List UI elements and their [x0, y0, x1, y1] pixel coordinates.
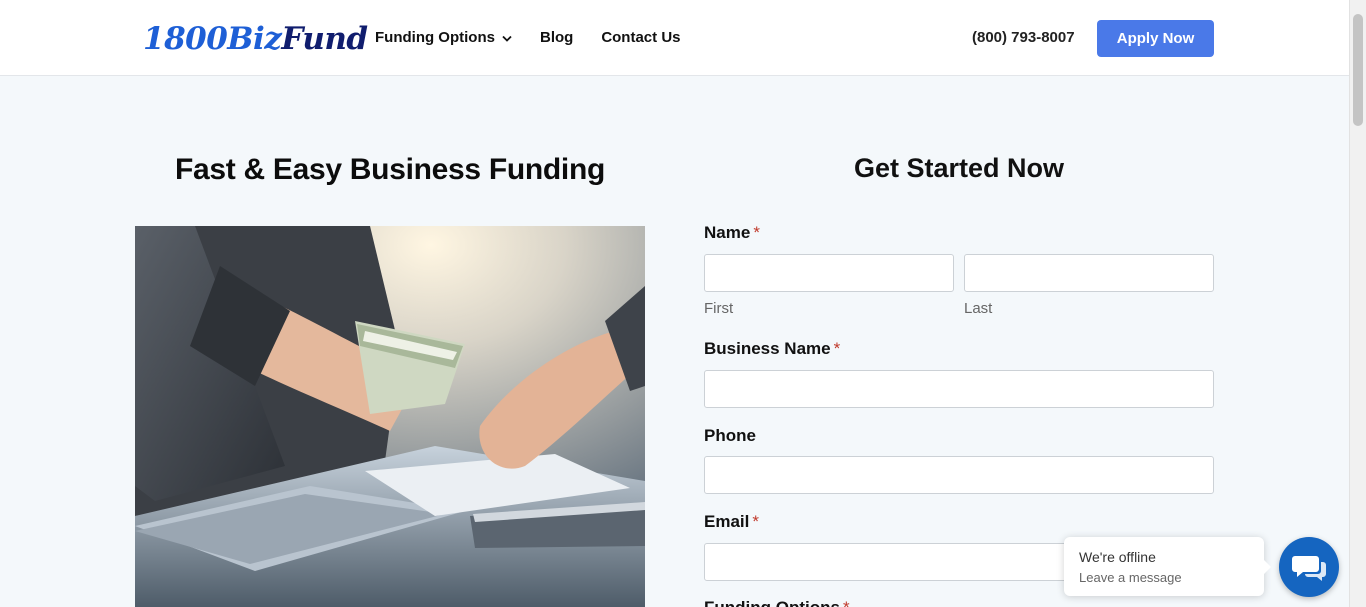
apply-now-button[interactable]: Apply Now: [1097, 20, 1214, 57]
logo-text-part1: 1800Biz: [143, 21, 282, 57]
required-mark: *: [843, 598, 850, 607]
last-name-sublabel: Last: [964, 300, 993, 317]
business-name-input[interactable]: [704, 370, 1214, 408]
required-mark: *: [753, 223, 760, 242]
nav-funding-options[interactable]: Funding Options: [375, 29, 512, 47]
email-label-text: Email: [704, 512, 750, 531]
logo[interactable]: 1800BizFund: [143, 20, 368, 58]
chat-leave-message-text: Leave a message: [1079, 570, 1182, 585]
email-label: Email *: [704, 512, 759, 532]
nav-blog[interactable]: Blog: [540, 29, 573, 47]
main-nav: Funding Options Blog Contact Us: [375, 29, 709, 47]
name-label: Name *: [704, 223, 760, 243]
name-label-text: Name: [704, 223, 751, 242]
first-name-input[interactable]: [704, 254, 954, 292]
business-name-label-text: Business Name: [704, 339, 831, 358]
nav-funding-options-label: Funding Options: [375, 29, 495, 46]
funding-photo-illustration: [135, 226, 645, 607]
chat-launcher-button[interactable]: [1279, 537, 1339, 597]
required-mark: *: [752, 512, 759, 531]
funding-options-label-text: Funding Options: [704, 598, 840, 607]
hero-title: Fast & Easy Business Funding: [174, 153, 606, 186]
chat-offline-bubble[interactable]: We're offline Leave a message: [1064, 537, 1271, 596]
required-mark: *: [833, 339, 841, 358]
last-name-input[interactable]: [964, 254, 1214, 292]
nav-contact-us-label: Contact Us: [601, 29, 681, 46]
nav-blog-label: Blog: [539, 29, 574, 46]
phone-label-text: Phone: [704, 426, 756, 445]
logo-text-part2: Fund: [281, 21, 368, 57]
chevron-down-icon: [502, 35, 512, 42]
nav-contact-us[interactable]: Contact Us: [601, 29, 680, 47]
business-name-label: Business Name *: [704, 339, 840, 359]
page-scrollbar[interactable]: [1349, 0, 1366, 607]
chat-status-text: We're offline: [1079, 549, 1156, 565]
phone-input[interactable]: [704, 456, 1214, 494]
phone-label: Phone: [704, 426, 756, 446]
funding-options-label: Funding Options*: [704, 598, 850, 607]
scrollbar-thumb[interactable]: [1353, 14, 1363, 126]
business-funding-photo: [135, 226, 645, 607]
site-header: 1800BizFund Funding Options Blog Contact…: [0, 0, 1349, 76]
form-title: Get Started Now: [853, 153, 1065, 183]
phone-link[interactable]: (800) 793-8007: [972, 29, 1075, 47]
chat-icon: [1292, 556, 1326, 581]
first-name-sublabel: First: [704, 300, 734, 317]
